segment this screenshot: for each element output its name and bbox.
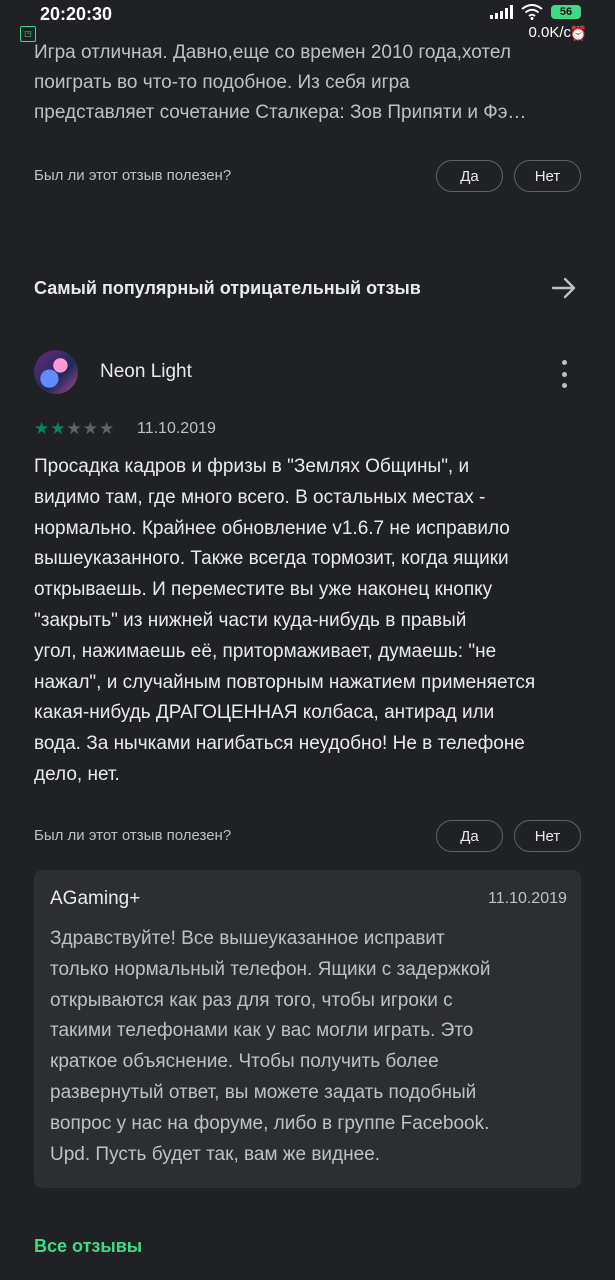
- battery-icon: 56: [551, 5, 581, 19]
- rating-stars: ★ ★ ★ ★ ★: [34, 419, 114, 439]
- review-date: 11.10.2019: [137, 420, 216, 437]
- previous-review-text: Игра отличная. Давно,еще со времен 2010 …: [34, 38, 584, 128]
- star-empty-icon: ★: [66, 419, 82, 438]
- reply-line: краткое объяснение. Чтобы получить более: [50, 1051, 439, 1073]
- reply-line: только нормальный телефон. Ящики с задер…: [50, 958, 491, 980]
- review-line: Игра отличная. Давно,еще со времен 2010 …: [34, 42, 511, 63]
- wifi-icon: [521, 4, 543, 20]
- star-filled-icon: ★: [34, 419, 50, 438]
- section-title: Самый популярный отрицательный отзыв: [34, 278, 421, 298]
- status-time: 20:20:30: [40, 4, 113, 24]
- review-line: вышеуказанного. Также всегда тормозит, к…: [34, 548, 509, 570]
- review-line: нормально. Крайнее обновление v1.6.7 не …: [34, 517, 510, 539]
- developer-name: AGaming+: [50, 888, 141, 909]
- more-options-icon[interactable]: [556, 360, 572, 388]
- helpful-no-button[interactable]: Нет: [514, 160, 581, 192]
- all-reviews-link[interactable]: Все отзывы: [34, 1236, 142, 1257]
- review-text: Просадка кадров и фризы в "Землях Общины…: [34, 452, 594, 791]
- helpful-question: Был ли этот отзыв полезен?: [34, 167, 232, 184]
- star-filled-icon: ★: [50, 419, 66, 438]
- helpful-no-button[interactable]: Нет: [514, 820, 581, 852]
- reply-line: Здравствуйте! Все вышеуказанное исправит: [50, 928, 445, 949]
- review-line: какая-нибудь ДРАГОЦЕННАЯ колбаса, антира…: [34, 702, 495, 724]
- status-icons: 56: [490, 4, 581, 20]
- arrow-right-icon[interactable]: [550, 274, 578, 302]
- star-empty-icon: ★: [82, 419, 98, 438]
- review-line: Просадка кадров и фризы в "Землях Общины…: [34, 456, 470, 477]
- review-line: представляет сочетание Сталкера: Зов При…: [34, 102, 527, 123]
- reply-line: вопрос у нас на форуме, либо в группе Fa…: [50, 1112, 490, 1134]
- reply-line: такими телефонами как у вас могли играть…: [50, 1020, 474, 1042]
- review-author: Neon Light: [100, 361, 192, 382]
- helpful-yes-button[interactable]: Да: [436, 820, 503, 852]
- review-line: видимо там, где много всего. В остальных…: [34, 486, 486, 508]
- reply-text: Здравствуйте! Все вышеуказанное исправит…: [50, 924, 575, 1170]
- review-line: открываешь. И переместите вы уже наконец…: [34, 579, 493, 601]
- helpful-question: Был ли этот отзыв полезен?: [34, 827, 232, 844]
- review-line: угол, нажимаешь её, притормаживает, дума…: [34, 640, 497, 662]
- review-line: поиграть во что-то подобное. Из себя игр…: [34, 72, 410, 93]
- reply-line: развернутый ответ, вы можете задать подо…: [50, 1081, 477, 1103]
- review-line: дело, нет.: [34, 763, 120, 785]
- reply-line: Upd. Пусть будет так, вам же виднее.: [50, 1143, 381, 1165]
- review-line: вода. За нычками нагибаться неудобно! Не…: [34, 733, 525, 755]
- star-empty-icon: ★: [99, 419, 115, 438]
- review-line: нажал", и случайным повторным нажатием п…: [34, 671, 536, 693]
- review-line: "закрыть" из нижней части куда-нибудь в …: [34, 609, 467, 631]
- avatar: [34, 350, 78, 394]
- reply-line: открываются как раз для того, чтобы игро…: [50, 989, 453, 1011]
- reply-date: 11.10.2019: [488, 890, 567, 907]
- helpful-yes-button[interactable]: Да: [436, 160, 503, 192]
- signal-icon: [490, 5, 513, 19]
